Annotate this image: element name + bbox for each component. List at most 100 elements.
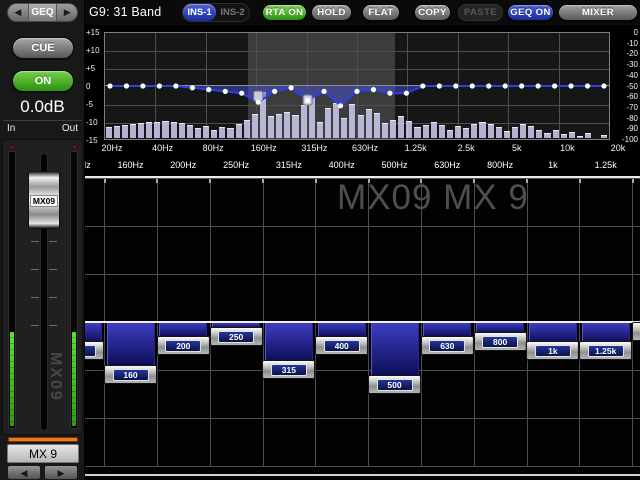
channel-fader-handle[interactable]: MX09 — [28, 171, 60, 229]
rta-on-button[interactable]: RTA ON — [262, 4, 307, 21]
band-fader-fill — [265, 323, 313, 361]
gain-axis-label: -10 — [86, 119, 102, 127]
channel-color-bar — [8, 437, 78, 442]
overview-freq-label: 315Hz — [292, 144, 336, 152]
rta-axis-label: -90 — [612, 125, 638, 133]
band-point — [272, 89, 277, 94]
geq-type-selector[interactable]: ◀ GEQ ▶ — [7, 3, 78, 22]
top-toolbar: G9: 31 Band INS-1 INS-2 RTA ON HOLD FLAT… — [85, 0, 640, 25]
touched-band-marker — [254, 91, 263, 101]
band-point — [437, 83, 442, 88]
rta-axis-label: -80 — [612, 115, 638, 123]
overview-freq-label: 80Hz — [191, 144, 235, 152]
meter-in-label: In — [7, 123, 15, 134]
band-point — [371, 87, 376, 92]
geq-overview: +15+10+50-5-10-150-10-20-30-40-50-60-70-… — [85, 25, 640, 155]
fader-scale-tick — [49, 241, 57, 242]
band-fader-fill — [529, 323, 577, 342]
band-point — [107, 83, 112, 88]
band-fader-200[interactable]: 200 — [157, 336, 210, 355]
band-fader-1.6k[interactable]: 1.6k — [632, 322, 640, 341]
gain-axis-label: +5 — [86, 65, 102, 73]
band-point — [585, 83, 590, 88]
fader-scale-tick — [31, 241, 39, 242]
ruler-freq-label: 160Hz — [109, 160, 153, 170]
ruler-freq-label: 1k — [531, 160, 575, 170]
band-point — [503, 83, 508, 88]
band-point — [321, 89, 326, 94]
band-fader-250[interactable]: 250 — [210, 327, 263, 346]
band-fader-label: 800 — [482, 336, 518, 348]
band-fader-1.25k[interactable]: 1.25k — [579, 341, 632, 360]
band-fader-630[interactable]: 630 — [421, 336, 474, 355]
ruler-freq-label: 630Hz — [425, 160, 469, 170]
band-fader-500[interactable]: 500 — [368, 375, 421, 394]
band-point — [239, 91, 244, 96]
band-point — [387, 91, 392, 96]
geq-prev-arrow-icon[interactable]: ◀ — [8, 4, 28, 21]
band-point — [420, 83, 425, 88]
band-fader-160[interactable]: 160 — [104, 365, 157, 384]
overview-freq-label: 20k — [596, 144, 640, 152]
band-fader-fill — [371, 323, 419, 376]
copy-button[interactable]: COPY — [414, 4, 451, 21]
hold-button[interactable]: HOLD — [311, 4, 352, 21]
fader-scale-tick — [49, 297, 57, 298]
band-point — [305, 98, 310, 103]
band-fader-400[interactable]: 400 — [315, 336, 368, 355]
ruler-freq-label: 200Hz — [161, 160, 205, 170]
ins2-tab[interactable]: INS-2 — [216, 4, 249, 21]
band-point — [552, 83, 557, 88]
band-point — [256, 100, 261, 105]
gain-axis-label: 0 — [86, 83, 102, 91]
band-frequency-ruler: 125Hz160Hz200Hz250Hz315Hz400Hz500Hz630Hz… — [85, 155, 640, 178]
gain-axis-label: +15 — [86, 29, 102, 37]
band-fader-315[interactable]: 315 — [262, 360, 315, 379]
channel-watermark: MX09 MX 9 — [337, 178, 529, 218]
ruler-freq-label: 125Hz — [85, 160, 100, 170]
band-fader-125[interactable]: 125 — [85, 341, 104, 360]
band-point — [354, 89, 359, 94]
overview-freq-label: 5k — [495, 144, 539, 152]
band-hgridline — [85, 370, 640, 371]
geq-next-arrow-icon[interactable]: ▶ — [57, 4, 77, 21]
fader-panel: MX09 — [2, 139, 83, 435]
geq-overview-graph[interactable] — [104, 32, 610, 140]
band-point — [536, 83, 541, 88]
insert-slot-switch: INS-1 INS-2 — [182, 3, 250, 22]
band-fader-area[interactable]: MX09 MX 9 125160200 250 315400 500 630 800 1k 1… — [85, 178, 640, 480]
gain-axis-label: +10 — [86, 47, 102, 55]
band-fader-fill — [423, 323, 471, 337]
overview-freq-label: 40Hz — [141, 144, 185, 152]
band-hgridline — [85, 466, 640, 467]
ins1-tab[interactable]: INS-1 — [183, 4, 216, 21]
flat-button[interactable]: FLAT — [362, 4, 400, 21]
band-fader-label: 1.25k — [588, 345, 624, 357]
band-fader-label: 250 — [218, 331, 254, 343]
cue-button[interactable]: CUE — [12, 37, 74, 59]
ruler-freq-label: 315Hz — [267, 160, 311, 170]
band-fader-800[interactable]: 800 — [474, 332, 527, 351]
fader-scale-tick — [49, 325, 57, 326]
in-meter — [8, 151, 16, 429]
band-fader-1k[interactable]: 1k — [526, 341, 579, 360]
overview-freq-label: 10k — [545, 144, 589, 152]
next-channel-button[interactable]: ▶ — [44, 465, 78, 480]
out-meter — [70, 151, 78, 429]
band-point — [157, 83, 162, 88]
band-fader-fill — [85, 323, 102, 342]
fader-cap-label: MX09 — [30, 195, 58, 207]
band-fader-label: 630 — [429, 340, 465, 352]
on-button[interactable]: ON — [12, 70, 74, 92]
overview-freq-label: 160Hz — [242, 144, 286, 152]
geq-on-button[interactable]: GEQ ON — [507, 4, 554, 21]
overview-freq-label: 2.5k — [444, 144, 488, 152]
band-point — [173, 83, 178, 88]
mixer-button[interactable]: MIXER — [558, 4, 638, 21]
rta-axis-label: 0 — [612, 29, 638, 37]
band-point — [486, 83, 491, 88]
prev-channel-button[interactable]: ◀ — [7, 465, 41, 480]
fader-scale-tick — [31, 297, 39, 298]
geq-selector-label: GEQ — [28, 4, 58, 21]
band-point — [338, 103, 343, 108]
